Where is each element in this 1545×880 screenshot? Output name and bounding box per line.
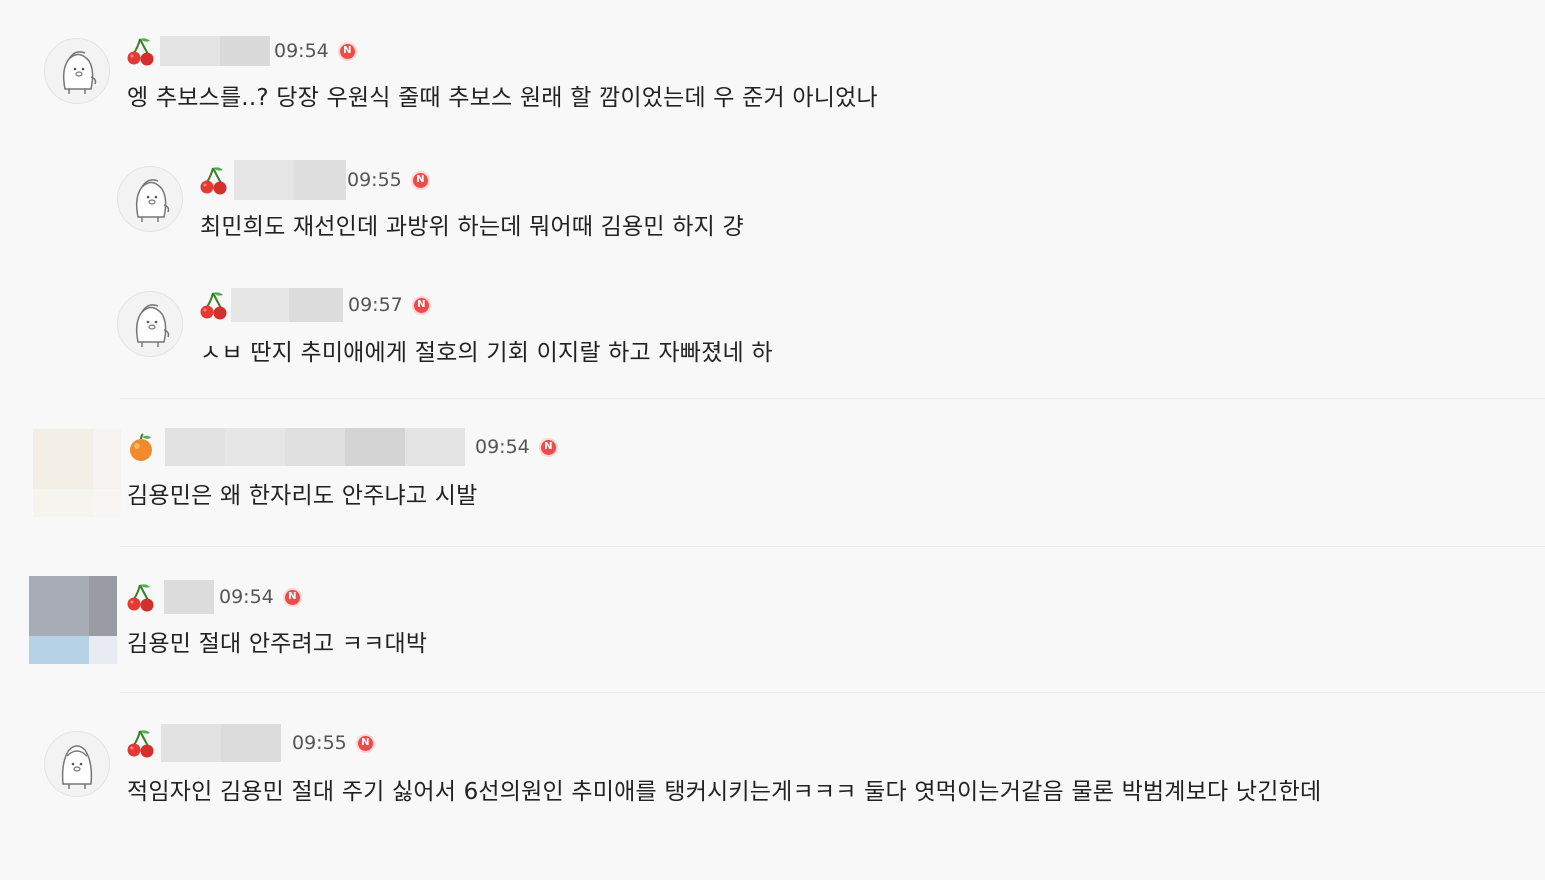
default-profile-icon: [62, 51, 97, 94]
comment-meta: 09:54 N: [126, 428, 558, 466]
default-profile-icon: [61, 745, 93, 789]
comment-time: 09:57: [348, 294, 403, 316]
author-name-redacted[interactable]: [165, 428, 465, 466]
cherry-icon: [127, 584, 154, 612]
comment-meta: 09:54 N: [126, 579, 302, 615]
author-name-redacted[interactable]: [160, 36, 270, 66]
new-badge-icon: N: [538, 437, 558, 457]
new-badge-icon: N: [355, 733, 375, 753]
comment-meta: 09:55 N: [199, 160, 430, 200]
new-badge-icon: N: [282, 587, 302, 607]
new-badge-icon: N: [411, 295, 431, 315]
cherry-icon: [127, 730, 154, 758]
comment-item: 09:54 N 김용민 절대 안주려고 ㅋㅋ대박: [0, 547, 1545, 693]
comment-text: 최민희도 재선인데 과방위 하는데 뭐어때 김용민 하지 걍: [200, 214, 744, 240]
comment-text: ㅅㅂ 딴지 추미애에게 절호의 기회 이지랄 하고 자빠졌네 하: [200, 340, 773, 366]
comment-thread: 09:54 N 엥 추보스를..? 당장 우원식 줄때 추보스 원래 할 깜이었…: [0, 0, 1545, 880]
comment-time: 09:54: [219, 586, 274, 608]
comment-meta: 09:55 N: [126, 724, 375, 762]
comment-item: 09:54 N 김용민은 왜 한자리도 안주냐고 시발: [0, 399, 1545, 547]
comment-text: 김용민 절대 안주려고 ㅋㅋ대박: [127, 631, 428, 657]
author-name-redacted[interactable]: [231, 288, 343, 322]
comment-time: 09:54: [274, 40, 329, 62]
new-badge-icon: N: [337, 41, 357, 61]
cherry-icon: [127, 38, 154, 66]
comment-text: 엥 추보스를..? 당장 우원식 줄때 추보스 원래 할 깜이었는데 우 준거 …: [127, 85, 878, 111]
author-name-redacted[interactable]: [234, 160, 346, 200]
cherry-icon: [200, 167, 227, 195]
comment-item: 09:55 N 적임자인 김용민 절대 주기 싫어서 6선의원인 추미애를 탱커…: [0, 693, 1545, 880]
comment-time: 09:55: [347, 169, 402, 191]
author-name-redacted[interactable]: [161, 724, 281, 762]
default-profile-icon: [135, 304, 170, 347]
avatar[interactable]: [117, 291, 183, 357]
comment-item: 09:55 N 최민희도 재선인데 과방위 하는데 뭐어때 김용민 하지 걍: [0, 150, 1545, 270]
new-badge-icon: N: [410, 170, 430, 190]
avatar[interactable]: [44, 731, 110, 797]
avatar[interactable]: [117, 166, 183, 232]
cherry-icon: [200, 292, 227, 320]
avatar[interactable]: [44, 38, 110, 104]
author-name-redacted[interactable]: [164, 580, 214, 614]
comment-time: 09:54: [475, 436, 530, 458]
comment-text: 적임자인 김용민 절대 주기 싫어서 6선의원인 추미애를 탱커시키는게ㅋㅋㅋ …: [127, 779, 1322, 805]
comment-item: 09:57 N ㅅㅂ 딴지 추미애에게 절호의 기회 이지랄 하고 자빠졌네 하: [0, 275, 1545, 400]
orange-icon: [130, 433, 152, 461]
comment-item: 09:54 N 엥 추보스를..? 당장 우원식 줄때 추보스 원래 할 깜이었…: [0, 0, 1545, 150]
comment-meta: 09:57 N: [199, 287, 431, 323]
comment-meta: 09:54 N: [126, 33, 357, 69]
default-profile-icon: [135, 179, 170, 222]
avatar[interactable]: [33, 429, 121, 517]
comment-text: 김용민은 왜 한자리도 안주냐고 시발: [127, 483, 478, 509]
avatar[interactable]: [29, 576, 117, 664]
comment-time: 09:55: [292, 732, 347, 754]
